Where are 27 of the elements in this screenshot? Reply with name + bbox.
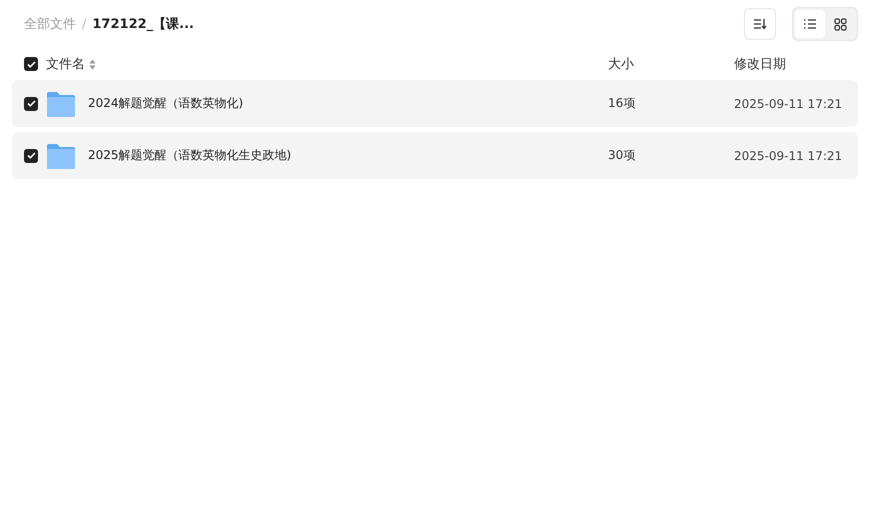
column-header: 大小 <box>608 56 635 73</box>
check-icon <box>26 152 36 159</box>
file-row[interactable]: 2024解题觉醒（语数英物化) 16项 2025-09-11 17:21 <box>12 80 858 127</box>
row-checkbox[interactable] <box>24 148 38 162</box>
sort-arrows-icon[interactable] <box>89 58 96 70</box>
select-all-checkbox[interactable] <box>24 57 38 71</box>
file-row[interactable]: 2025解题觉醒（语数英物化生史政地) 30项 2025-09-11 17:21 <box>12 132 858 179</box>
sort-button[interactable] <box>744 8 776 40</box>
breadcrumb-separator: / <box>82 16 86 32</box>
file-size: 16项 <box>608 95 636 112</box>
list-icon <box>803 18 817 30</box>
list-view-button[interactable] <box>795 10 825 38</box>
file-name[interactable]: 2025解题觉醒（语数英物化生史政地) <box>88 147 292 164</box>
modified-date: 2025-09-11 17:21 <box>734 148 844 162</box>
file-name[interactable]: 2024解题觉醒（语数英物化) <box>88 95 244 112</box>
file-size: 30项 <box>608 147 636 164</box>
grid-icon <box>834 18 846 30</box>
folder-icon <box>46 90 76 116</box>
breadcrumb-item: 172122_【课... <box>92 16 194 33</box>
column-header[interactable]: 文件名 <box>46 55 85 73</box>
folder-icon <box>46 142 76 168</box>
column-header: 修改日期 <box>734 56 787 73</box>
sort-icon <box>753 18 767 30</box>
row-checkbox[interactable] <box>24 96 38 110</box>
check-icon <box>26 100 36 107</box>
check-icon <box>26 60 36 68</box>
modified-date: 2025-09-11 17:21 <box>734 96 844 110</box>
